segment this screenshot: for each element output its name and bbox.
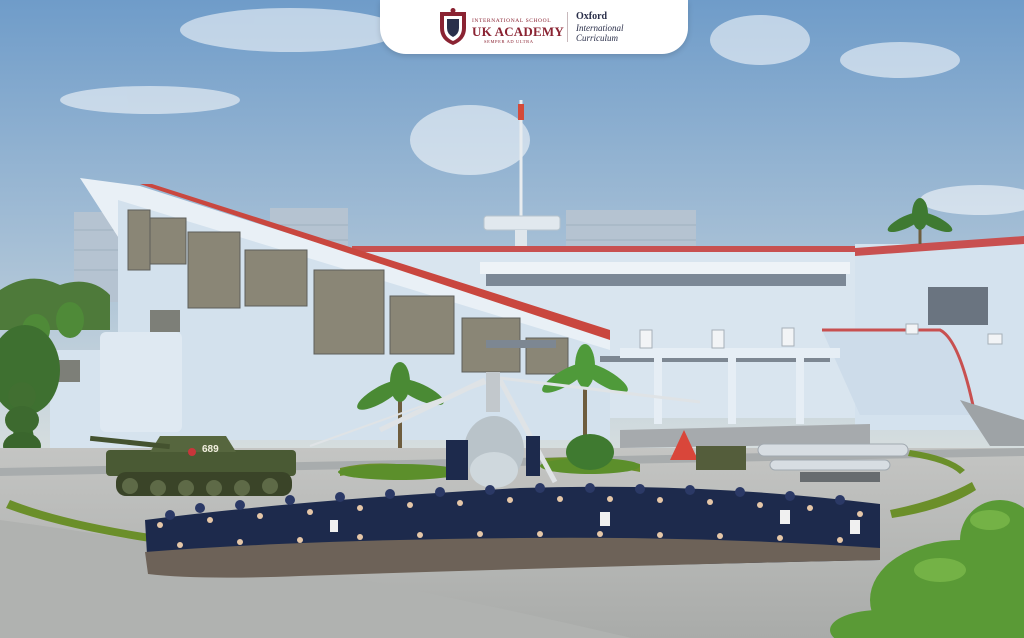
tank-number: 689 [202, 444, 219, 455]
photo-scene [0, 0, 1024, 638]
curriculum-line-1: Oxford [576, 11, 608, 22]
background-trees [0, 278, 110, 330]
curriculum-line-2: International [576, 23, 624, 33]
school-motto: SEMPER AD ULTRA [484, 39, 534, 44]
school-crest-icon [440, 8, 466, 45]
logo-divider [567, 12, 568, 42]
school-name: UK ACADEMY [472, 24, 564, 39]
curriculum-line-3: Curriculum [576, 33, 619, 43]
school-logo-banner: INTERNATIONAL SCHOOL UK ACADEMY SEMPER A… [380, 0, 688, 54]
